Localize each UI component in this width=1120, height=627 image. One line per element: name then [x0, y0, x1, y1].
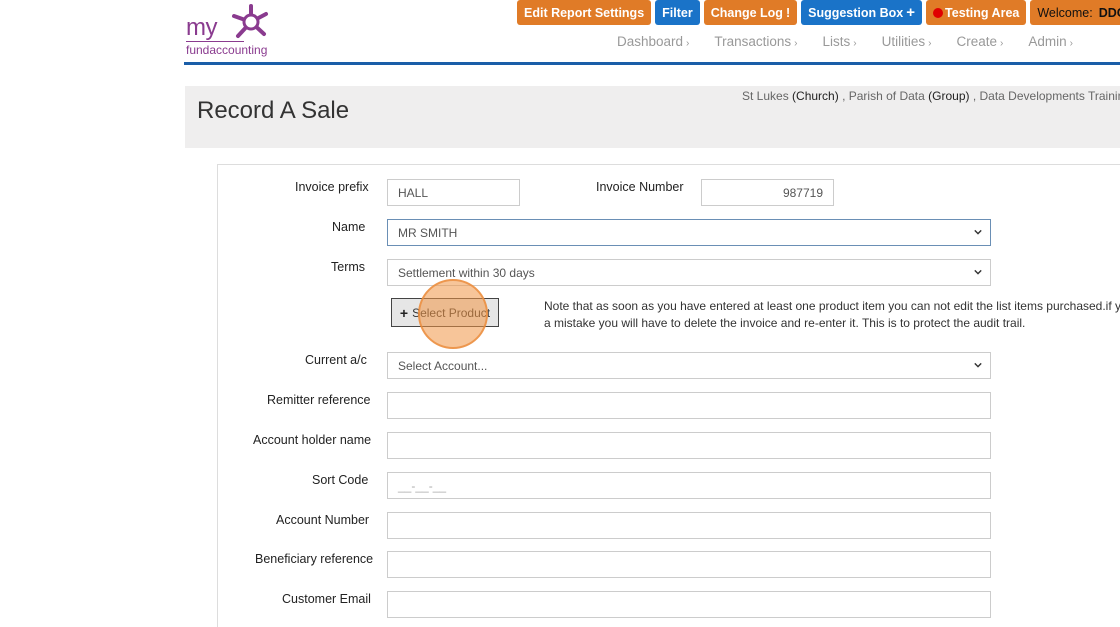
remitter-reference-label: Remitter reference: [267, 393, 371, 407]
nav-utilities-label: Utilities: [881, 34, 926, 49]
chevron-down-icon: [974, 362, 982, 368]
nav-lists[interactable]: Lists ›: [823, 34, 857, 49]
invoice-prefix-label: Invoice prefix: [295, 180, 369, 194]
audit-trail-note: Note that as soon as you have entered at…: [544, 298, 1120, 332]
suggestion-box-button[interactable]: Suggestion Box +: [801, 0, 923, 25]
nav-admin[interactable]: Admin ›: [1028, 34, 1073, 49]
header-divider: [184, 62, 1120, 65]
plus-icon: +: [906, 4, 916, 21]
testing-area-label: Testing Area: [945, 5, 1020, 20]
nav-transactions-label: Transactions: [714, 34, 792, 49]
account-holder-name-input[interactable]: [387, 432, 991, 459]
nav-dashboard-label: Dashboard: [617, 34, 684, 49]
logo-my-text: my: [186, 14, 218, 41]
change-log-button[interactable]: Change Log !: [703, 0, 798, 25]
nav-create-label: Create: [956, 34, 998, 49]
note-line-2: a mistake you will have to delete the in…: [544, 316, 1026, 330]
account-number-label: Account Number: [276, 513, 370, 527]
sort-code-label: Sort Code: [312, 473, 369, 487]
edit-report-settings-label: Edit Report Settings: [524, 5, 645, 20]
church-type: (Church): [792, 89, 839, 103]
caret-right-icon: ›: [794, 38, 798, 49]
welcome-label: Welcome:: [1037, 5, 1093, 20]
terms-value: Settlement within 30 days: [398, 265, 535, 280]
plus-icon: +: [399, 304, 409, 321]
top-button-bar: Edit Report Settings Filter Change Log !…: [517, 0, 1120, 25]
app-logo[interactable]: my fundaccounting: [186, 2, 286, 58]
change-log-label: Change Log: [710, 5, 783, 20]
testing-area-button[interactable]: Testing Area: [926, 0, 1027, 25]
chevron-down-icon: [974, 229, 982, 235]
nav-admin-label: Admin: [1028, 34, 1067, 49]
caret-right-icon: ›: [1000, 38, 1004, 49]
title-band: Record A Sale St Lukes (Church) , Parish…: [185, 86, 1120, 148]
caret-right-icon: ›: [928, 38, 932, 49]
organisation-breadcrumb: St Lukes (Church) , Parish of Data (Grou…: [742, 89, 1120, 103]
nav-dashboard[interactable]: Dashboard ›: [617, 34, 689, 49]
nav-lists-label: Lists: [822, 34, 851, 49]
filter-button[interactable]: Filter: [655, 0, 700, 25]
nav-utilities[interactable]: Utilities ›: [882, 34, 932, 49]
select-product-label: Select Product: [412, 305, 491, 320]
page-title: Record A Sale: [197, 97, 350, 124]
welcome-username: DDOuser: [1098, 5, 1120, 20]
chevron-down-icon: [974, 269, 982, 275]
exclamation-icon: !: [785, 5, 791, 20]
current-account-value: Select Account...: [398, 358, 488, 373]
name-label: Name: [332, 220, 366, 234]
logo-name-text: fundaccounting: [186, 43, 268, 57]
current-account-select[interactable]: Select Account...: [387, 352, 991, 379]
beneficiary-reference-input[interactable]: [387, 551, 991, 578]
note-line-1: Note that as soon as you have entered at…: [544, 299, 1120, 313]
customer-email-input[interactable]: [387, 591, 991, 618]
main-nav: Dashboard › Transactions › Lists › Utilitie…: [617, 34, 1073, 49]
invoice-prefix-input[interactable]: HALL: [387, 179, 520, 206]
account-holder-name-label: Account holder name: [253, 433, 372, 447]
invoice-number-input[interactable]: 987719: [701, 179, 834, 206]
caret-right-icon: ›: [686, 38, 690, 49]
caret-right-icon: ›: [1069, 38, 1073, 49]
app-page: my fundaccounting Edit Report Settings F…: [0, 0, 1120, 627]
beneficiary-reference-label: Beneficiary reference: [255, 552, 374, 566]
current-ac-label: Current a/c: [305, 353, 367, 367]
suggestion-box-label: Suggestion Box: [808, 5, 904, 20]
group-name: Parish of Data: [848, 89, 925, 103]
name-value: MR SMITH: [398, 225, 458, 240]
org-name: Data Developments Training: [979, 89, 1120, 103]
customer-email-label: Customer Email: [282, 592, 371, 606]
church-name: St Lukes: [742, 89, 789, 103]
red-dot-icon: [933, 7, 944, 18]
sort-code-input[interactable]: __-__-__: [387, 472, 991, 499]
invoice-prefix-value: HALL: [398, 185, 429, 200]
filter-label: Filter: [662, 5, 693, 20]
invoice-number-value: 987719: [782, 185, 823, 200]
select-product-button[interactable]: + Select Product: [391, 298, 499, 327]
terms-label: Terms: [331, 260, 366, 274]
nav-create[interactable]: Create ›: [956, 34, 1003, 49]
logo-star-icon: [232, 4, 268, 38]
account-number-input[interactable]: [387, 512, 991, 539]
terms-select[interactable]: Settlement within 30 days: [387, 259, 991, 286]
group-type: (Group): [928, 89, 970, 103]
welcome-user-button[interactable]: Welcome: DDOuser: [1030, 0, 1120, 25]
invoice-number-label: Invoice Number: [596, 180, 684, 194]
sort-code-mask: __-__-__: [398, 478, 447, 493]
edit-report-settings-button[interactable]: Edit Report Settings: [517, 0, 652, 25]
remitter-reference-input[interactable]: [387, 392, 991, 419]
nav-transactions[interactable]: Transactions ›: [714, 34, 797, 49]
name-select[interactable]: MR SMITH: [387, 219, 991, 246]
caret-right-icon: ›: [853, 38, 857, 49]
